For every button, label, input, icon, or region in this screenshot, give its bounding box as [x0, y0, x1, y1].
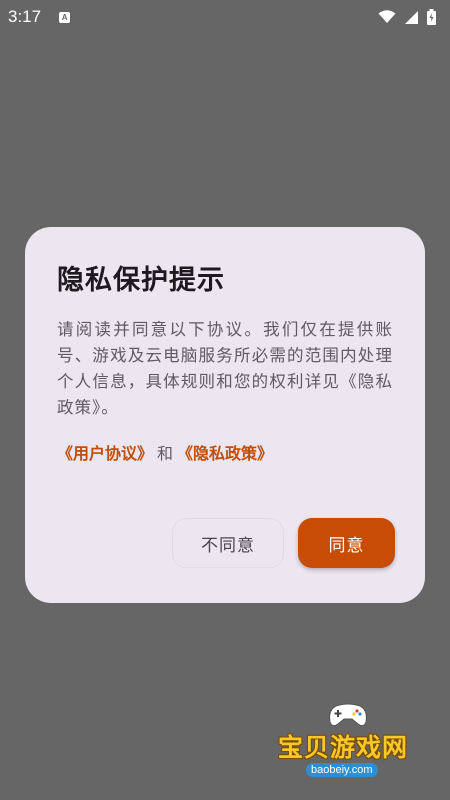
and-text: 和	[157, 444, 174, 463]
agree-button[interactable]: 同意	[298, 518, 395, 568]
agreement-links: 《用户协议》和《隐私政策》	[57, 442, 393, 466]
battery-icon	[427, 9, 436, 25]
user-agreement-link[interactable]: 《用户协议》	[57, 444, 153, 463]
status-bar: 3:17 A	[0, 0, 450, 34]
privacy-dialog: 隐私保护提示 请阅读并同意以下协议。我们仅在提供账号、游戏及云电脑服务所必需的范…	[25, 227, 425, 603]
watermark-text: 宝贝游戏网	[278, 733, 409, 762]
dialog-body: 请阅读并同意以下协议。我们仅在提供账号、游戏及云电脑服务所必需的范围内处理个人信…	[57, 320, 393, 417]
watermark-url: baobeiy.com	[306, 763, 378, 777]
privacy-policy-link[interactable]: 《隐私政策》	[177, 444, 273, 463]
wifi-icon	[378, 10, 396, 24]
status-time: 3:17	[8, 7, 42, 26]
notification-icon: A	[59, 11, 71, 23]
signal-icon	[404, 10, 419, 25]
dialog-actions: 不同意 同意	[25, 518, 425, 568]
dialog-title: 隐私保护提示	[57, 265, 225, 296]
watermark-logo: 宝贝游戏网 baobeiy.com	[270, 700, 430, 784]
status-icons	[378, 9, 436, 25]
disagree-button[interactable]: 不同意	[172, 518, 284, 568]
